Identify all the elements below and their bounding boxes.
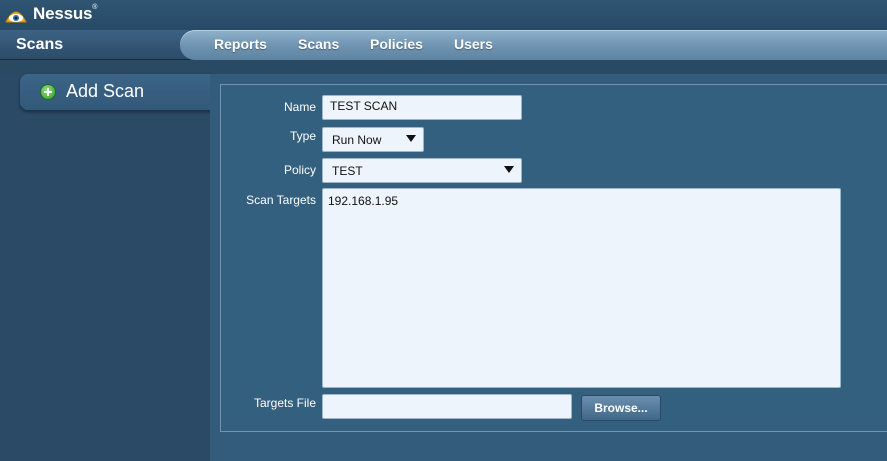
type-select-value: Run Now — [332, 133, 382, 147]
main-content: Name TEST SCAN Type Run Now Policy TEST … — [210, 74, 887, 461]
scan-targets-textarea[interactable]: 192.168.1.95 — [322, 188, 841, 388]
page-title: Scans — [0, 30, 190, 60]
app-name: Nessus — [33, 4, 93, 23]
add-scan-form: Name TEST SCAN Type Run Now Policy TEST … — [220, 84, 887, 432]
type-select[interactable]: Run Now — [322, 127, 424, 152]
app-title-bar: Nessus® — [0, 0, 887, 30]
main-nav: Reports Scans Policies Users — [180, 30, 887, 60]
targets-file-input[interactable] — [322, 394, 572, 419]
trademark: ® — [92, 4, 98, 11]
navigation-row: Scans Reports Scans Policies Users — [0, 30, 887, 60]
scan-targets-label: Scan Targets — [246, 193, 316, 207]
divider — [0, 60, 887, 74]
type-label: Type — [289, 129, 316, 143]
name-label: Name — [283, 100, 316, 114]
nav-item-users[interactable]: Users — [454, 36, 493, 52]
name-input[interactable]: TEST SCAN — [322, 95, 522, 120]
policy-select-value: TEST — [332, 164, 363, 178]
nav-item-reports[interactable]: Reports — [214, 36, 267, 52]
nav-item-scans[interactable]: Scans — [298, 36, 339, 52]
app-logo-text: Nessus® — [33, 4, 97, 24]
targets-file-label: Targets File — [253, 396, 316, 410]
browse-button[interactable]: Browse... — [581, 395, 661, 421]
add-scan-label: Add Scan — [66, 81, 145, 101]
dropdown-arrow-icon — [406, 135, 416, 142]
add-scan-button[interactable]: Add Scan — [20, 74, 215, 110]
policy-select[interactable]: TEST — [322, 158, 522, 183]
plus-icon — [40, 84, 56, 100]
nessus-eye-logo-icon — [5, 11, 27, 23]
nav-item-policies[interactable]: Policies — [370, 36, 423, 52]
sidebar: Add Scan — [0, 74, 215, 461]
dropdown-arrow-icon — [504, 166, 514, 173]
policy-label: Policy — [283, 163, 316, 177]
